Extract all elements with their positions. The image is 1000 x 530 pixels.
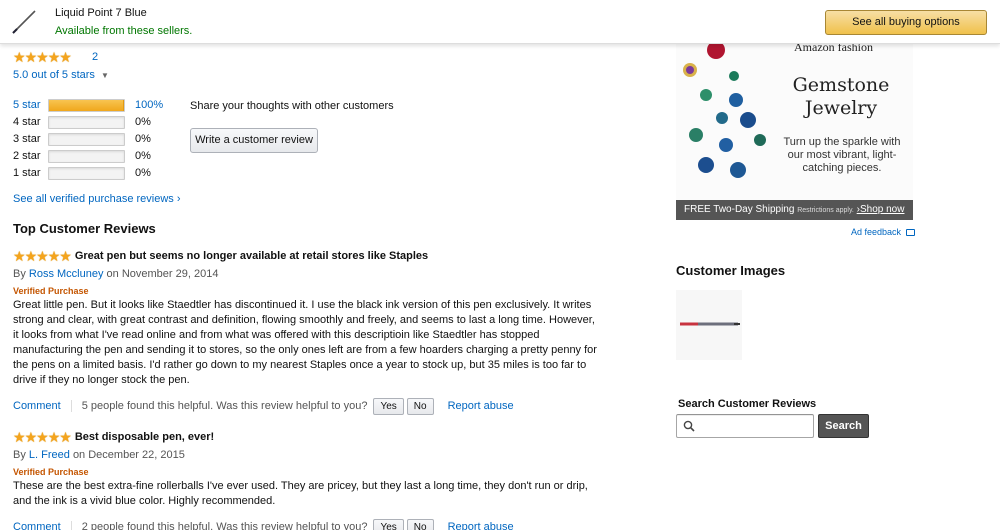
ad-headline-line2: Jewelry [804,97,878,119]
review-header: ★★★★★ Great pen but seems no longer avail… [13,249,603,265]
rating-out-of-text: 5.0 out of 5 stars [13,69,95,81]
share-thoughts-text: Share your thoughts with other customers [190,100,394,112]
review-item: ★★★★★ Great pen but seems no longer avail… [13,249,603,415]
review-footer: Comment 2 people found this helpful. Was … [13,518,603,530]
review-date: on December 22, 2015 [72,449,185,461]
ad-headline-line1: Gemstone [792,74,890,96]
ad-restrictions: Restrictions apply. [797,207,854,214]
ad-headline: Gemstone Jewelry [776,74,906,120]
shop-now-link[interactable]: ›Shop now [857,204,905,215]
histogram-row[interactable]: 1 star 0% [13,167,173,181]
histogram-percent: 0% [135,167,151,179]
ad-shipping-text: FREE Two-Day Shipping [684,204,795,215]
histogram-star-label[interactable]: 5 star [13,99,41,111]
histogram-star-label: 2 star [13,150,41,162]
histogram-row[interactable]: 4 star 0% [13,116,173,130]
histogram-row[interactable]: 2 star 0% [13,150,173,164]
verified-purchase-badge: Verified Purchase [13,286,89,296]
review-title[interactable]: Best disposable pen, ever! [75,431,214,443]
histogram-bar [48,99,125,112]
review-count-link[interactable]: 2 [92,51,98,63]
rating-out-of-dropdown[interactable]: 5.0 out of 5 stars ▼ [13,69,109,81]
average-rating-stars[interactable]: ★★★★★ [13,49,72,65]
helpful-no-button[interactable]: No [406,397,434,415]
histogram-percent: 0% [135,150,151,162]
histogram-percent: 0% [135,133,151,145]
availability-text: Available from these sellers. [55,25,193,37]
helpful-count-text: 5 people found this helpful. Was this re… [81,400,368,412]
histogram-star-label: 4 star [13,116,41,128]
review-body: Great little pen. But it looks like Stae… [13,299,597,386]
write-review-button[interactable]: Write a customer review [190,128,318,153]
helpful-count-text: 2 people found this helpful. Was this re… [81,521,368,530]
see-all-buying-options-button[interactable]: See all buying options [825,10,987,35]
review-title[interactable]: Great pen but seems no longer available … [75,250,428,262]
customer-image-thumbnail[interactable] [676,290,742,360]
search-reviews-input[interactable] [676,414,814,438]
review-byline: By L. Freed on December 22, 2015 [13,449,603,461]
search-button[interactable]: Search [818,414,869,438]
search-icon [683,420,695,435]
see-all-verified-reviews-link[interactable]: See all verified purchase reviews › [13,193,181,205]
top-reviews-title: Top Customer Reviews [13,221,156,236]
review-by: By [13,268,26,280]
histogram-bar [48,167,125,180]
ad-feedback-link[interactable]: Ad feedback [851,227,915,237]
review-date: on November 29, 2014 [106,268,219,280]
speech-bubble-icon [905,229,915,237]
jewelry-ad[interactable]: Amazon fashion Gemstone Jewelry Turn up … [676,40,913,220]
star-icon: ★ [59,248,72,264]
histogram-star-label: 1 star [13,167,41,179]
review-by: By [13,449,26,461]
ad-subtext: Turn up the sparkle with our most vibran… [783,136,901,174]
review-stars[interactable]: ★★★★★ [13,429,72,445]
search-reviews-title: Search Customer Reviews [678,398,817,410]
report-abuse-link[interactable]: Report abuse [448,521,514,530]
histogram-bar [48,133,125,146]
caret-down-icon: ▼ [101,71,109,80]
customer-images-title: Customer Images [676,263,786,278]
helpful-no-button[interactable]: No [406,518,434,530]
review-stars[interactable]: ★★★★★ [13,248,72,264]
review-header: ★★★★★ Best disposable pen, ever! [13,430,603,446]
histogram-row[interactable]: 3 star 0% [13,133,173,147]
divider [70,400,72,412]
histogram-percent: 0% [135,116,151,128]
product-title[interactable]: Liquid Point 7 Blue [55,7,147,19]
star-icon: ★ [59,429,72,445]
product-thumbnail[interactable] [8,6,40,38]
product-header-bar: Liquid Point 7 Blue Available from these… [0,0,1000,44]
review-body: These are the best extra-fine rollerball… [13,480,588,507]
histogram-row[interactable]: 5 star 100% [13,99,173,113]
comment-link[interactable]: Comment [13,400,61,412]
helpful-yes-button[interactable]: Yes [373,397,404,415]
histogram-bar [48,116,125,129]
review-author-link[interactable]: Ross Mccluney [29,268,104,280]
divider [70,521,72,530]
ad-shipping-bar: FREE Two-Day Shipping Restrictions apply… [676,200,913,220]
histogram-star-label: 3 star [13,133,41,145]
histogram-percent[interactable]: 100% [135,99,163,111]
review-author-link[interactable]: L. Freed [29,449,70,461]
earrings-image [683,41,766,178]
review-footer: Comment 5 people found this helpful. Was … [13,397,603,415]
helpful-yes-button[interactable]: Yes [373,518,404,530]
histogram-bar [48,150,125,163]
comment-link[interactable]: Comment [13,521,61,530]
review-item: ★★★★★ Best disposable pen, ever! By L. Fre… [13,430,603,530]
histogram-bar-fill [49,100,124,111]
ad-feedback-text: Ad feedback [851,227,902,237]
verified-purchase-badge: Verified Purchase [13,467,89,477]
review-byline: By Ross Mccluney on November 29, 2014 [13,268,603,280]
star-icon: ★ [59,49,72,65]
report-abuse-link[interactable]: Report abuse [448,400,514,412]
